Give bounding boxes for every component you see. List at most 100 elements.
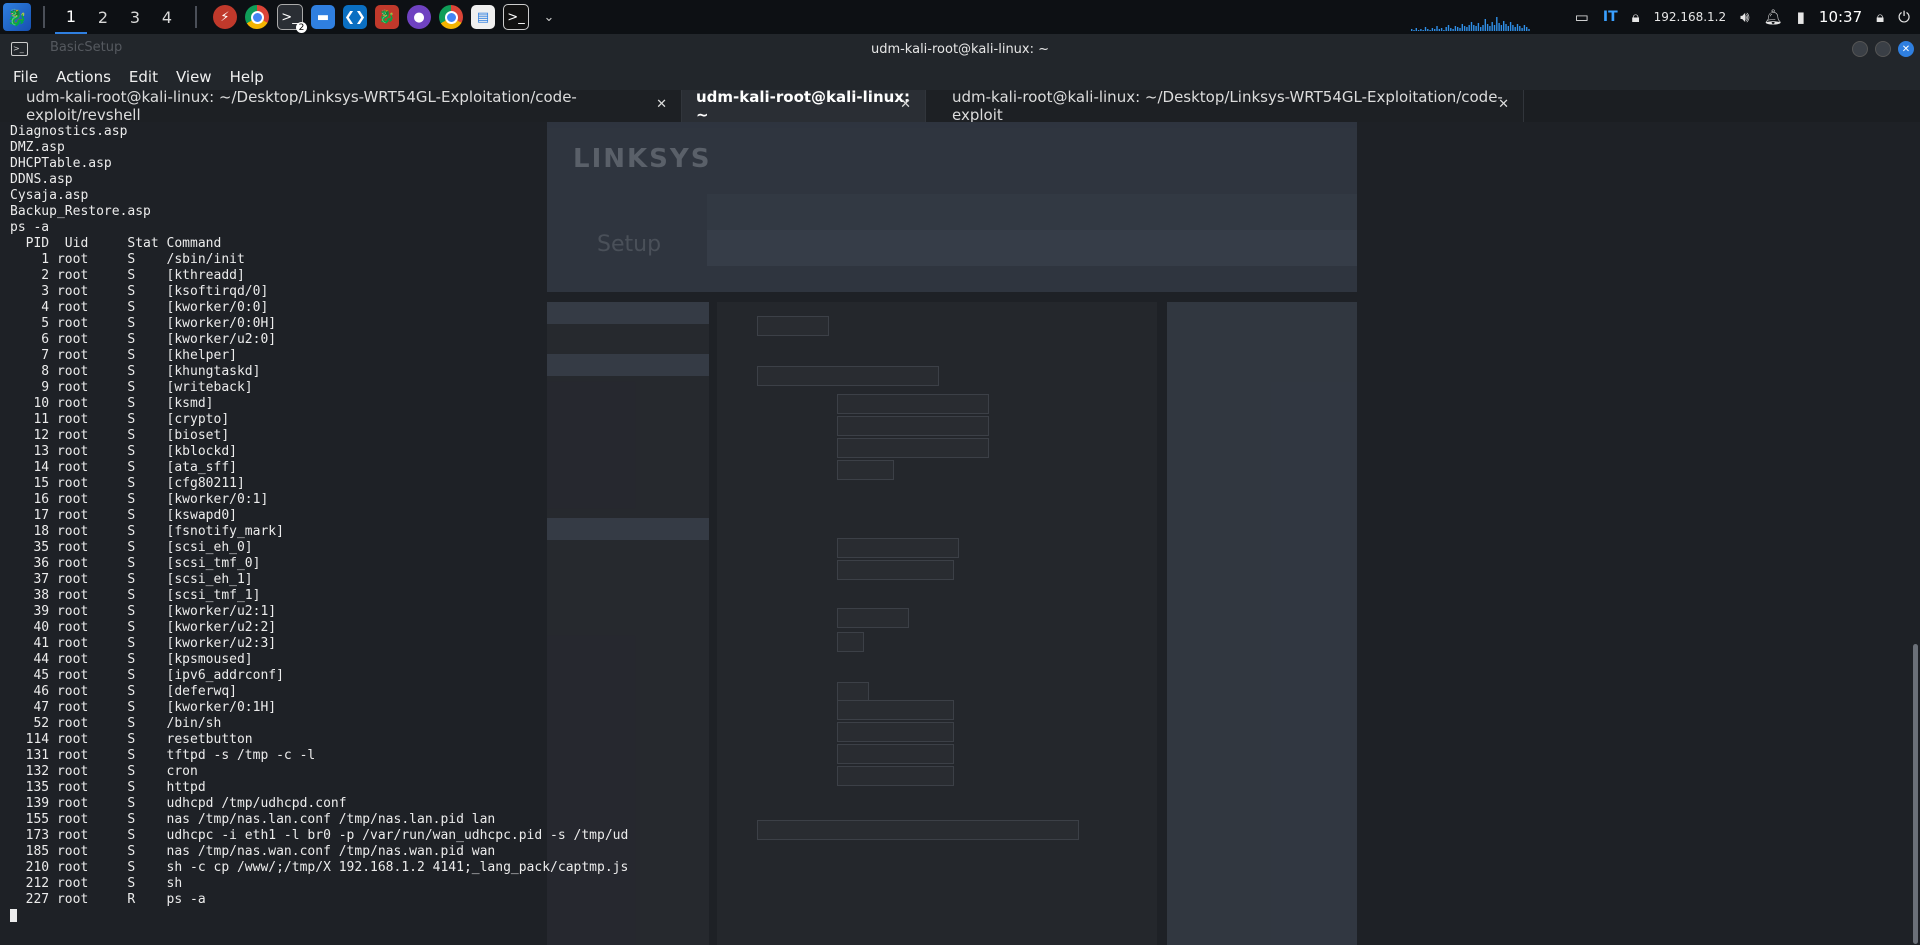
terminal-line: 36 root S [scsi_tmf_0]	[10, 556, 261, 571]
battery-icon[interactable]: ▮	[1797, 8, 1805, 26]
terminal-line: 45 root S [ipv6_addrconf]	[10, 668, 284, 683]
terminal-line: 10 root S [ksmd]	[10, 396, 214, 411]
terminal-icon[interactable]: >_ 2	[277, 4, 307, 33]
terminal-text: Diagnostics.asp DMZ.asp DHCPTable.asp DD…	[10, 124, 628, 924]
terminal-line: 46 root S [deferwq]	[10, 684, 237, 699]
tab-label: udm-kali-root@kali-linux: ~	[696, 88, 910, 124]
tab-code-exploit[interactable]: udm-kali-root@kali-linux: ~/Desktop/Link…	[926, 88, 1524, 124]
terminal-line: 12 root S [bioset]	[10, 428, 230, 443]
terminal-line: 210 root S sh -c cp /www/;/tmp/X 192.168…	[10, 860, 629, 875]
menu-edit[interactable]: Edit	[120, 68, 167, 86]
kali-dragon-icon[interactable]: 🐉	[375, 5, 399, 29]
terminal-line: DHCPTable.asp	[10, 156, 112, 171]
terminal-icon: >_	[11, 42, 28, 56]
ghost-browser-title: BasicSetup	[50, 40, 123, 55]
notification-bell-icon[interactable]: 🔔︎	[1764, 8, 1783, 26]
terminal-line: 14 root S [ata_sff]	[10, 460, 237, 475]
panel-tray: ▭ IT 🔒︎ 192.168.1.2 🔊︎ 🔔︎ ▮ 10:37 🔒︎ ⏻	[1386, 0, 1920, 34]
ghost-form-pane	[717, 302, 1157, 945]
terminal-line: 139 root S udhcpd /tmp/udhcpd.conf	[10, 796, 347, 811]
terminal-line: 3 root S [ksoftirqd/0]	[10, 284, 269, 299]
github-icon[interactable]: ●	[407, 5, 431, 29]
workspace-1[interactable]: 1	[55, 0, 87, 34]
terminal-line: 9 root S [writeback]	[10, 380, 253, 395]
network-lock-icon[interactable]: 🔒︎	[1632, 8, 1640, 26]
tab-label: udm-kali-root@kali-linux: ~/Desktop/Link…	[952, 88, 1503, 124]
chrome-icon[interactable]	[245, 5, 269, 29]
terminal-line: 41 root S [kworker/u2:3]	[10, 636, 277, 651]
workspace-3[interactable]: 3	[119, 0, 151, 34]
menu-actions[interactable]: Actions	[47, 68, 120, 86]
terminal-line: 47 root S [kworker/0:1H]	[10, 700, 277, 715]
terminal-line: DMZ.asp	[10, 140, 65, 155]
file-manager-icon[interactable]: ▤	[471, 5, 495, 29]
terminal-count-badge: 2	[296, 22, 307, 33]
terminal-icon[interactable]: >_	[503, 4, 529, 30]
close-tab-icon[interactable]: ✕	[900, 97, 911, 112]
tab-label: udm-kali-root@kali-linux: ~/Desktop/Link…	[26, 88, 577, 124]
terminal-line: 37 root S [scsi_eh_1]	[10, 572, 253, 587]
terminal-line: ps -a	[10, 220, 50, 235]
panel-separator	[195, 6, 197, 28]
terminal-line: 2 root S [kthreadd]	[10, 268, 245, 283]
tab-revshell[interactable]: udm-kali-root@kali-linux: ~/Desktop/Link…	[0, 88, 682, 124]
terminal-line: 135 root S httpd	[10, 780, 206, 795]
terminal-line: Cysaja.asp	[10, 188, 89, 203]
terminal-line: Backup_Restore.asp	[10, 204, 151, 219]
workspace-2[interactable]: 2	[87, 0, 119, 34]
scrollbar[interactable]	[1912, 122, 1918, 945]
terminal-cursor	[10, 909, 17, 922]
chrome-icon[interactable]	[439, 5, 463, 29]
terminal-line: 173 root S udhcpc -i eth1 -l br0 -p /var…	[10, 828, 629, 843]
chevron-down-icon[interactable]: ⌄	[537, 5, 561, 29]
ghost-nav-top	[707, 194, 1357, 230]
terminal-line: 114 root S resetbutton	[10, 732, 253, 747]
top-panel: 🐉 1 2 3 4 ⚡ >_ 2 ▬ ❮❯ 🐉 ● ▤ >_ ⌄ ▭ IT 🔒︎ …	[0, 0, 1920, 34]
menu-help[interactable]: Help	[221, 68, 273, 86]
scrollbar-thumb[interactable]	[1913, 644, 1918, 944]
folder-icon[interactable]: ▬	[311, 5, 335, 29]
close-tab-icon[interactable]: ✕	[1498, 97, 1509, 112]
maximize-button[interactable]	[1875, 41, 1891, 57]
terminal-line: 44 root S [kpsmoused]	[10, 652, 253, 667]
terminal-line: DDNS.asp	[10, 172, 73, 187]
burp-icon[interactable]: ⚡	[213, 5, 237, 29]
terminal-line: 132 root S cron	[10, 764, 198, 779]
display-icon[interactable]: ▭	[1575, 8, 1589, 26]
vscode-icon[interactable]: ❮❯	[343, 5, 367, 29]
taskbar-apps: ⚡ >_ 2 ▬ ❮❯ 🐉 ● ▤ >_ ⌄	[213, 4, 561, 33]
terminal-line: 131 root S tftpd -s /tmp -c -l	[10, 748, 316, 763]
terminal-line: 35 root S [scsi_eh_0]	[10, 540, 253, 555]
terminal-line: 155 root S nas /tmp/nas.lan.conf /tmp/na…	[10, 812, 496, 827]
tab-bar: udm-kali-root@kali-linux: ~/Desktop/Link…	[0, 88, 1920, 124]
close-tab-icon[interactable]: ✕	[656, 97, 667, 112]
volume-icon[interactable]: 🔊︎	[1740, 8, 1749, 26]
terminal-line: 17 root S [kswapd0]	[10, 508, 237, 523]
workspace-4[interactable]: 4	[151, 0, 183, 34]
lock-screen-icon[interactable]: 🔒︎	[1876, 8, 1884, 26]
menu-file[interactable]: File	[4, 68, 47, 86]
menu-view[interactable]: View	[167, 68, 221, 86]
terminal-output-area[interactable]: LINKSYS Setup Diagnostics.asp DMZ.asp DH…	[0, 122, 1920, 945]
terminal-line: 185 root S nas /tmp/nas.wan.conf /tmp/na…	[10, 844, 496, 859]
terminal-line: 18 root S [fsnotify_mark]	[10, 524, 284, 539]
terminal-line: 5 root S [kworker/0:0H]	[10, 316, 277, 331]
tab-home[interactable]: udm-kali-root@kali-linux: ~ ✕	[682, 88, 926, 124]
terminal-line: 11 root S [crypto]	[10, 412, 230, 427]
minimize-button[interactable]	[1852, 41, 1868, 57]
panel-separator	[43, 6, 45, 28]
kali-menu-icon[interactable]: 🐉	[3, 3, 31, 31]
network-load-graph	[1410, 17, 1530, 31]
window-titlebar[interactable]: >_ BasicSetup udm-kali-root@kali-linux: …	[0, 34, 1920, 64]
terminal-line: 4 root S [kworker/0:0]	[10, 300, 269, 315]
terminal-line: 212 root S sh	[10, 876, 183, 891]
menu-bar: File Actions Edit View Help	[0, 64, 1920, 90]
keyboard-layout-indicator[interactable]: IT	[1603, 9, 1618, 25]
terminal-line: 7 root S [khelper]	[10, 348, 237, 363]
ghost-nav	[707, 230, 1357, 266]
clock[interactable]: 10:37	[1819, 8, 1862, 26]
window-title: udm-kali-root@kali-linux: ~	[870, 41, 1050, 57]
terminal-line: Diagnostics.asp	[10, 124, 128, 139]
close-button[interactable]: ✕	[1898, 41, 1914, 57]
power-icon[interactable]: ⏻	[1898, 8, 1910, 26]
